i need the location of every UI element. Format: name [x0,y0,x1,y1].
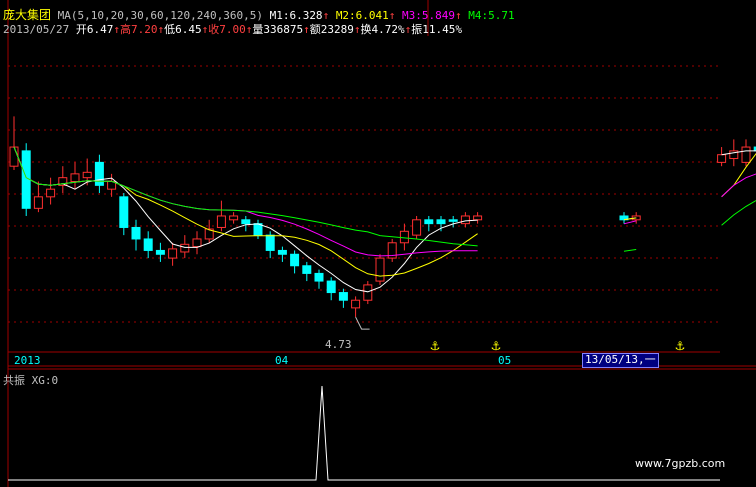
candle-body [82,171,92,179]
cursor-date-label: 13/05/13,一 [582,353,659,368]
ma3-value: M3:5.849 [402,9,456,22]
axis-month-05: 05 [498,354,512,367]
ma1-value: M1:6.328 [269,9,323,22]
candle-body [302,265,312,274]
watermark: www.7gpzb.com [635,457,726,470]
candle-body [216,215,226,228]
volume-value: 量336875 [252,23,304,36]
low-value: 低6.45 [164,23,202,36]
candle-body [9,146,19,167]
anchor-icon: ⚓ [430,339,441,353]
candle-body [46,188,56,198]
candle-body [143,238,153,251]
candle-body [131,226,141,240]
candle-body [192,238,202,248]
candle-body [314,272,324,282]
high-value: 高7.20 [119,23,158,36]
candle-body [460,215,470,225]
anchor-icon: ⚓ [675,339,686,353]
candle-body [290,253,300,267]
candle-body [155,249,165,255]
candle-body [351,299,361,309]
close-value: 收7.00 [208,23,246,36]
candle-body [33,196,43,209]
header-line-2: 2013/05/27 开6.47↑高7.20↑低6.45↑收7.00↑量3368… [3,23,462,36]
low-pointer [355,316,370,330]
header-line-1: 庞大集团 MA(5,10,20,30,60,120,240,360,5) M1:… [3,8,515,23]
candle-body [448,219,458,222]
candle-body [265,234,275,251]
candle-body [399,230,409,244]
ma4-value: M4:5.71 [468,9,515,22]
indicator-title: 共振 XG:0 [3,374,59,387]
anchor-icon: ⚓ [491,339,502,353]
kline-chart[interactable]: ⚓ ⚓ ⚓ [0,0,756,487]
candle-body [94,161,104,186]
ma-label: MA(5,10,20,30,60,120,240,360,5) [57,9,263,22]
candle-body [436,219,446,225]
candle-body [277,249,287,255]
candle-body [168,248,178,259]
candle-body [375,257,385,282]
candle-body [424,219,434,225]
candle-body [717,154,727,163]
ma2-value: M2:6.041 [335,9,389,22]
turnover-value: 换4.72% [360,23,405,36]
candle-body [70,173,80,183]
candle-body [473,215,483,221]
axis-year-label: 2013 [14,354,41,367]
candle-body [180,243,190,253]
open-value: 开6.47 [75,23,114,36]
candle-body [326,280,336,294]
amplitude-value: 振11.45% [411,23,462,36]
candle-body [241,219,251,225]
amount-value: 额23289 [309,23,354,36]
candle-body [412,219,422,236]
candle-body [741,146,751,163]
indicator-line [8,385,720,481]
candle-body [119,196,129,228]
candle-body [229,215,239,221]
stock-name: 庞大集团 [3,8,52,22]
low-price-label: 4.73 [325,338,352,351]
axis-month-04: 04 [275,354,289,367]
date-value: 2013/05/27 [3,23,70,36]
candle-body [338,292,348,301]
ma-line-white [13,146,756,293]
candle-body [363,284,373,301]
